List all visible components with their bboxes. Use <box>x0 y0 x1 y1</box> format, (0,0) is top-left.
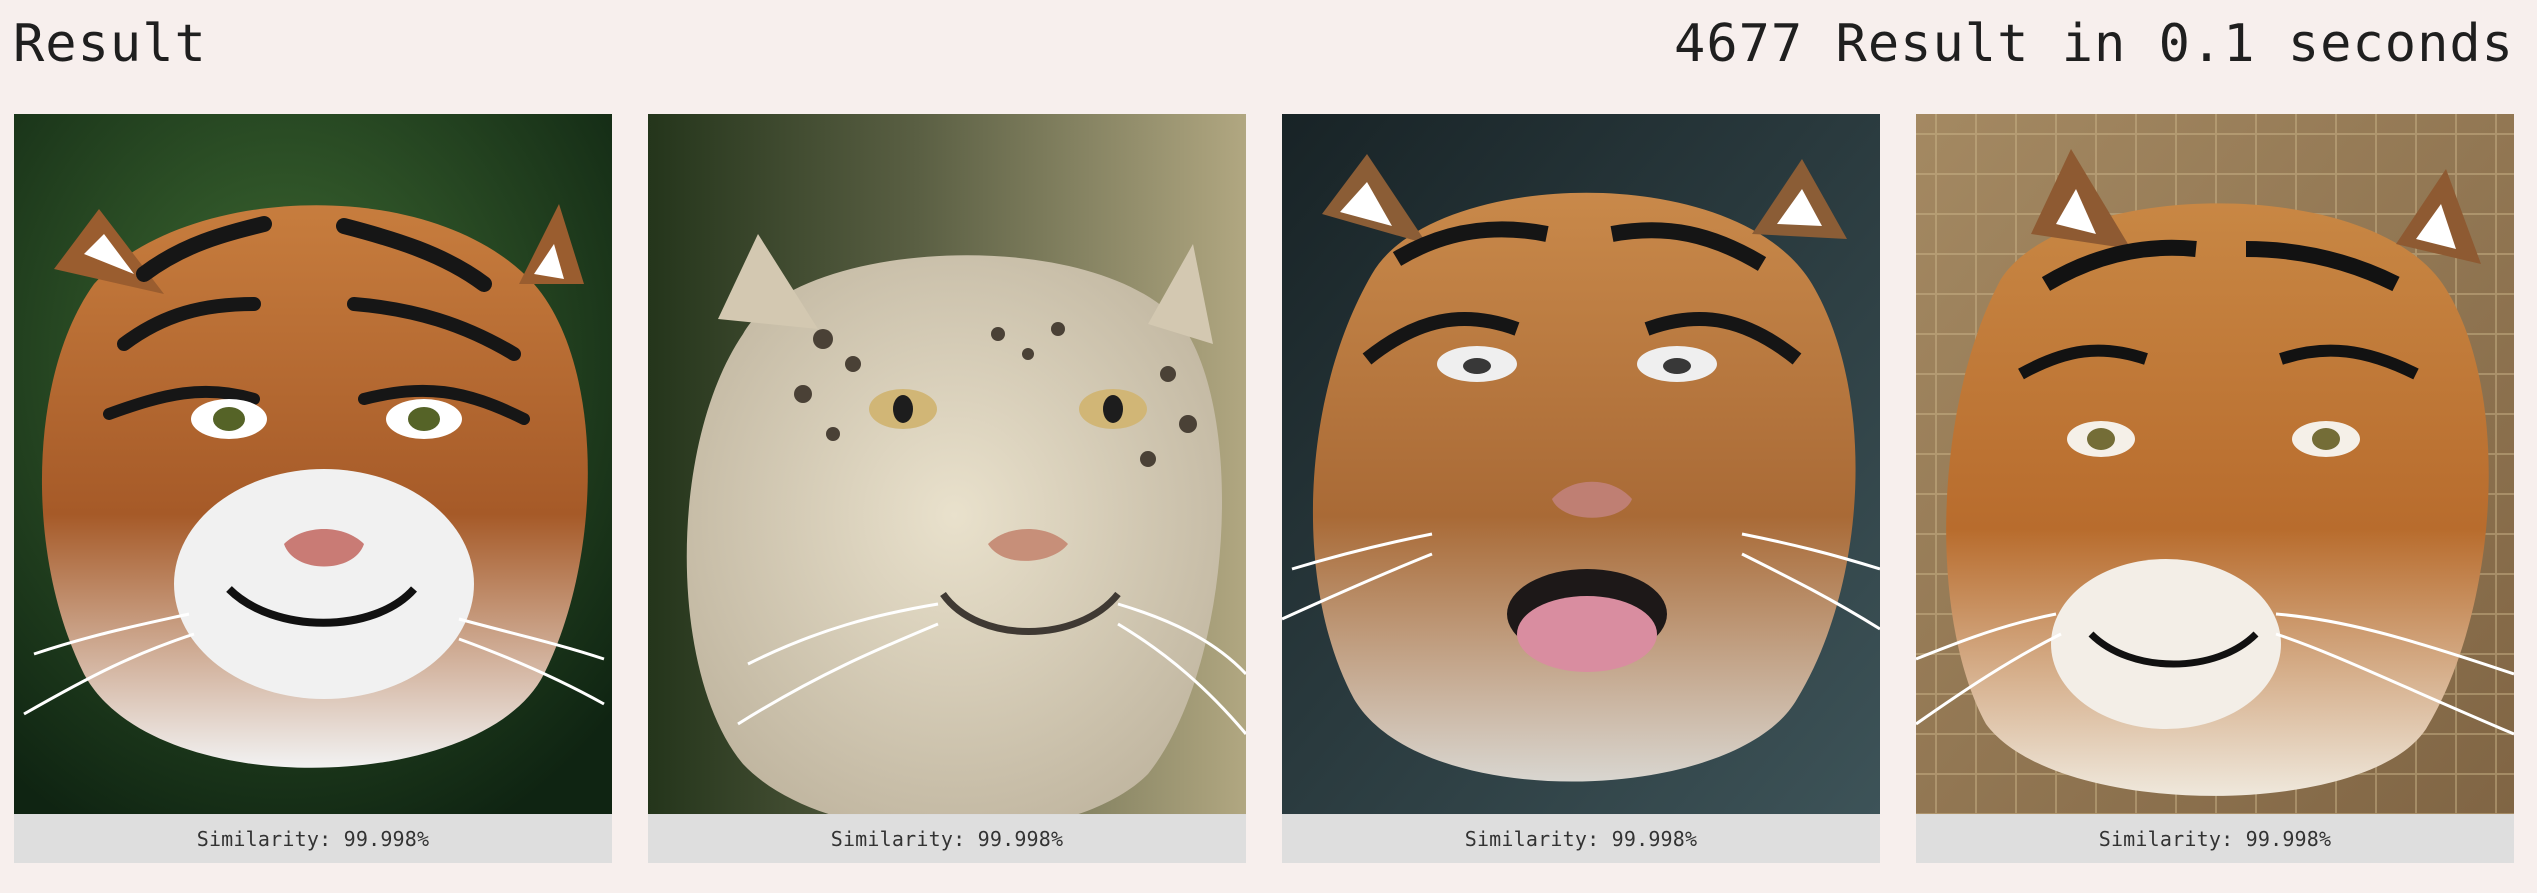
result-card[interactable]: Similarity: 99.998% <box>648 114 1246 863</box>
similarity-label: Similarity: 99.998% <box>1282 815 1880 863</box>
result-image[interactable] <box>14 114 612 814</box>
results-summary: 4677 Result in 0.1 seconds <box>1674 14 2514 74</box>
result-card[interactable]: Similarity: 99.998% <box>14 114 612 863</box>
results-grid: Similarity: 99.998% Similarity: 99.998% … <box>14 114 2514 864</box>
similarity-label: Similarity: 99.998% <box>1916 815 2514 863</box>
results-header: Result 4677 Result in 0.1 seconds <box>0 0 2537 100</box>
result-card[interactable]: Similarity: 99.998% <box>1282 114 1880 863</box>
result-image[interactable] <box>1916 114 2514 814</box>
result-image[interactable] <box>1282 114 1880 814</box>
page-title: Result <box>13 14 207 74</box>
result-card[interactable]: Similarity: 99.998% <box>1916 114 2514 863</box>
similarity-label: Similarity: 99.998% <box>648 815 1246 863</box>
result-image[interactable] <box>648 114 1246 814</box>
similarity-label: Similarity: 99.998% <box>14 815 612 863</box>
